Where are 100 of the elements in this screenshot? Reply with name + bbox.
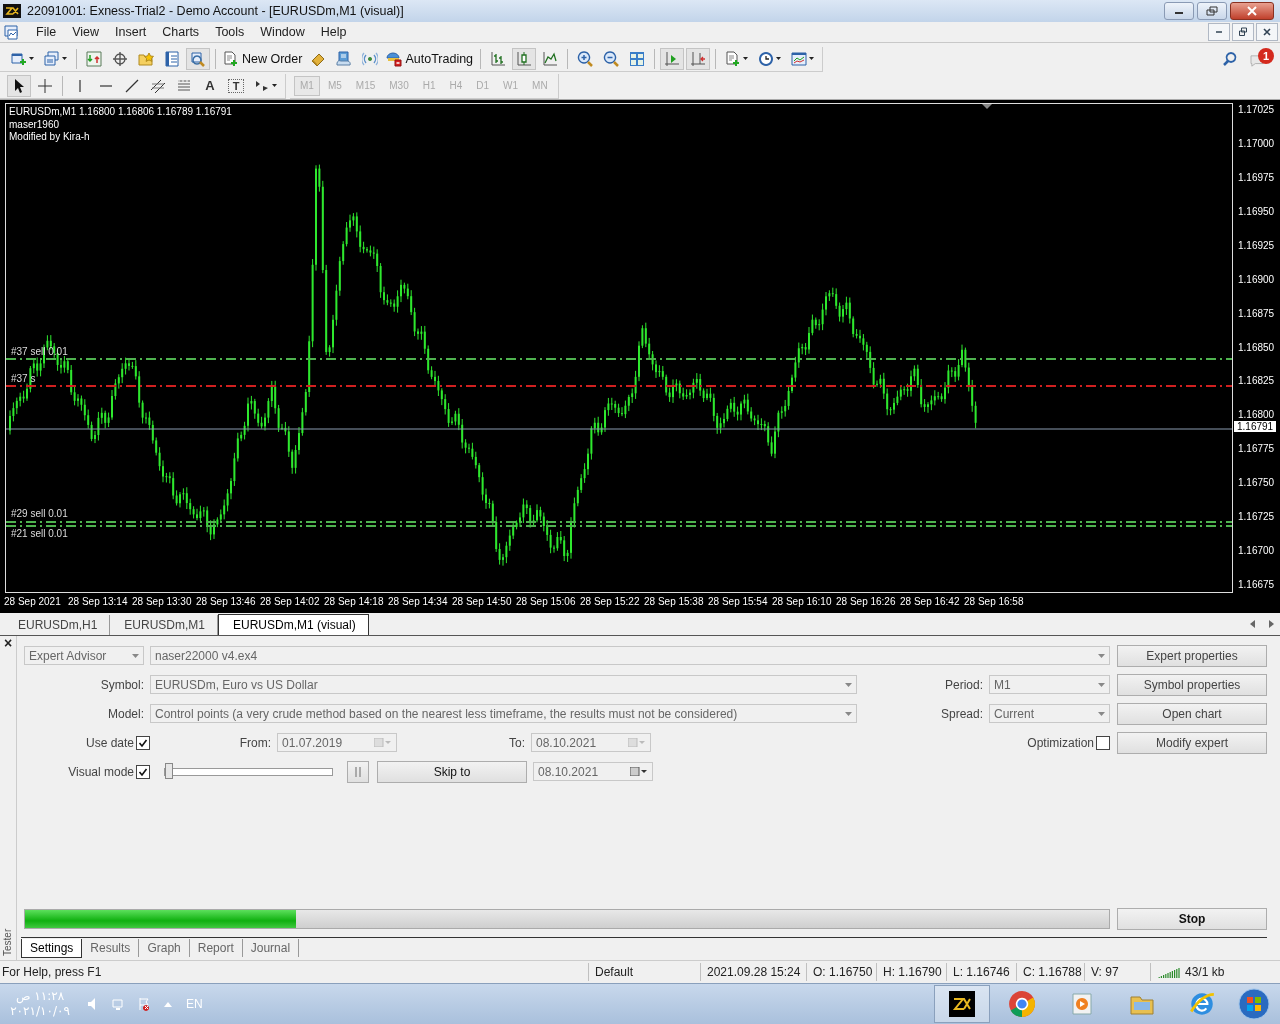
pause-icon [354, 766, 362, 777]
order-label: #21 sell 0.01 [11, 528, 68, 539]
status-bar-text: L: 1.16746 [946, 963, 1016, 981]
stop-button[interactable]: Stop [1117, 907, 1267, 930]
skip-date-field[interactable]: 08.10.2021 [533, 762, 653, 781]
to-date-field[interactable]: 08.10.2021 [531, 733, 651, 752]
skip-to-button[interactable]: Skip to [377, 760, 527, 783]
from-label: From: [238, 735, 272, 750]
chart-template-icon [791, 50, 808, 67]
time-axis-label: 28 Sep 15:38 [644, 596, 704, 607]
status-bar-text: C: 1.16788 [1016, 963, 1084, 981]
globe-icon [1188, 990, 1216, 1018]
menu-item[interactable]: Window [252, 25, 313, 39]
restore-icon [1238, 27, 1248, 37]
window-plus-icon [11, 50, 27, 67]
text-tool-button[interactable]: A [198, 74, 222, 97]
status-bar-text: 2021.09.28 15:24 [700, 963, 806, 981]
autotrading-button[interactable]: AutoTrading [383, 47, 477, 70]
price-axis-label: 1.16675 [1238, 579, 1275, 590]
search-icon[interactable] [1222, 51, 1238, 67]
order-label: #29 sell 0.01 [11, 508, 68, 519]
zoom-in-icon [577, 50, 594, 67]
close-button[interactable] [1256, 23, 1278, 41]
time-axis-label: 28 Sep 16:10 [772, 596, 832, 607]
restore-icon [1206, 6, 1218, 16]
menu-item[interactable]: File [28, 25, 65, 39]
chart-info-text: Modified by Kira-h [9, 131, 91, 144]
taskbar-app-button[interactable] [934, 985, 990, 1023]
symbol-properties-button[interactable]: Symbol properties [1117, 673, 1267, 696]
visual-mode-checkbox[interactable] [136, 764, 150, 779]
new-order-button[interactable]: New Order [220, 47, 306, 70]
close-icon [1262, 27, 1272, 37]
menu-item[interactable]: Tools [207, 25, 253, 39]
to-label: To: [508, 735, 526, 750]
chart-tab[interactable]: EURUSDm,M1 (visual) [218, 614, 369, 635]
visual-mode-label: Visual mode [68, 764, 135, 779]
price-axis-label: 1.16750 [1238, 477, 1275, 489]
modify-expert-button[interactable]: Modify expert [1117, 731, 1267, 754]
current-price-label: 1.16791 [1234, 421, 1277, 432]
windows-logo-icon [1238, 988, 1270, 1020]
expert-properties-button[interactable]: Expert properties [1117, 644, 1267, 667]
scroll-left-icon[interactable] [1250, 620, 1256, 628]
time-axis-label: 28 Sep 15:06 [516, 596, 576, 607]
open-chart-button[interactable]: Open chart [1117, 702, 1267, 725]
dropdown-caret-icon [132, 653, 139, 658]
horizontal-line-icon [100, 84, 112, 87]
menu-item[interactable]: Charts [154, 25, 208, 39]
chart-window-icon[interactable] [4, 24, 20, 40]
tester-tab[interactable]: Results [82, 939, 140, 957]
time-axis-label: 28 Sep 14:18 [324, 596, 384, 607]
restore-button[interactable] [1232, 23, 1254, 41]
use-date-label: Use date [85, 735, 135, 750]
tester-tab[interactable]: Report [189, 939, 243, 957]
bar-chart-icon [490, 50, 507, 67]
price-axis-label: 1.16775 [1238, 443, 1275, 455]
tester-tab[interactable]: Settings [21, 938, 83, 958]
minimize-button[interactable] [1164, 2, 1194, 20]
type-dropdown[interactable]: Expert Advisor [24, 646, 144, 665]
price-axis-label: 1.17025 [1238, 104, 1275, 115]
speed-slider-thumb[interactable] [165, 762, 173, 779]
price-axis-label: 1.16800 [1238, 409, 1275, 421]
optimization-label: Optimization [1027, 735, 1095, 750]
expert-dropdown[interactable]: naser22000 v4.ex4 [150, 646, 1110, 665]
use-date-checkbox[interactable] [136, 735, 150, 750]
close-button[interactable]: × [3, 636, 13, 650]
time-axis-label: 28 Sep 13:30 [132, 596, 192, 607]
status-bar-text: For Help, press F1 [1, 964, 103, 981]
dropdown-caret-icon [1098, 711, 1105, 716]
caret-icon [809, 57, 815, 60]
tester-tab[interactable]: Graph [139, 939, 190, 957]
menu-item[interactable]: View [64, 25, 108, 39]
time-axis-label: 28 Sep 16:26 [836, 596, 896, 607]
spread-field[interactable]: Current [989, 704, 1110, 723]
period-dropdown[interactable]: M1 [989, 675, 1110, 694]
candlestick-icon [516, 50, 533, 67]
panel-side-label: Tester [2, 927, 14, 956]
status-bar-text: 43/1 kb [1150, 963, 1280, 981]
radio-waves-icon [362, 50, 379, 67]
flag-icon[interactable] [138, 997, 152, 1011]
price-axis-label: 1.16925 [1238, 239, 1275, 251]
fibonacci-icon [176, 77, 192, 94]
close-button[interactable] [1230, 2, 1274, 20]
symbol-dropdown[interactable]: EURUSDm, Euro vs US Dollar [150, 675, 857, 694]
text-label-tool-button[interactable]: T [224, 74, 248, 97]
chart-info-text: EURUSDm,M1 1.16800 1.16806 1.16789 1.16791 [9, 106, 232, 119]
caret-icon [776, 57, 782, 60]
restore-button[interactable] [1197, 2, 1227, 20]
notification-badge: 1 [1258, 48, 1274, 64]
chart-tab[interactable]: EURUSDm,H1 [4, 615, 111, 635]
time-axis-label: 28 Sep 2021 [4, 596, 61, 607]
optimization-checkbox[interactable] [1096, 735, 1110, 750]
scroll-right-icon[interactable] [1268, 620, 1274, 628]
menu-item[interactable]: Help [312, 25, 355, 39]
toolbar-button[interactable] [7, 74, 31, 97]
from-date-field[interactable]: 01.07.2019 [277, 733, 397, 752]
price-axis-label: 1.16875 [1238, 307, 1275, 319]
tester-tab[interactable]: Journal [242, 939, 300, 957]
model-dropdown[interactable]: Control points (a very crude method based on the nearest less timeframe, the results must not be considered) [150, 704, 857, 723]
clock-icon [758, 50, 775, 67]
menu-item[interactable]: Insert [107, 25, 155, 39]
